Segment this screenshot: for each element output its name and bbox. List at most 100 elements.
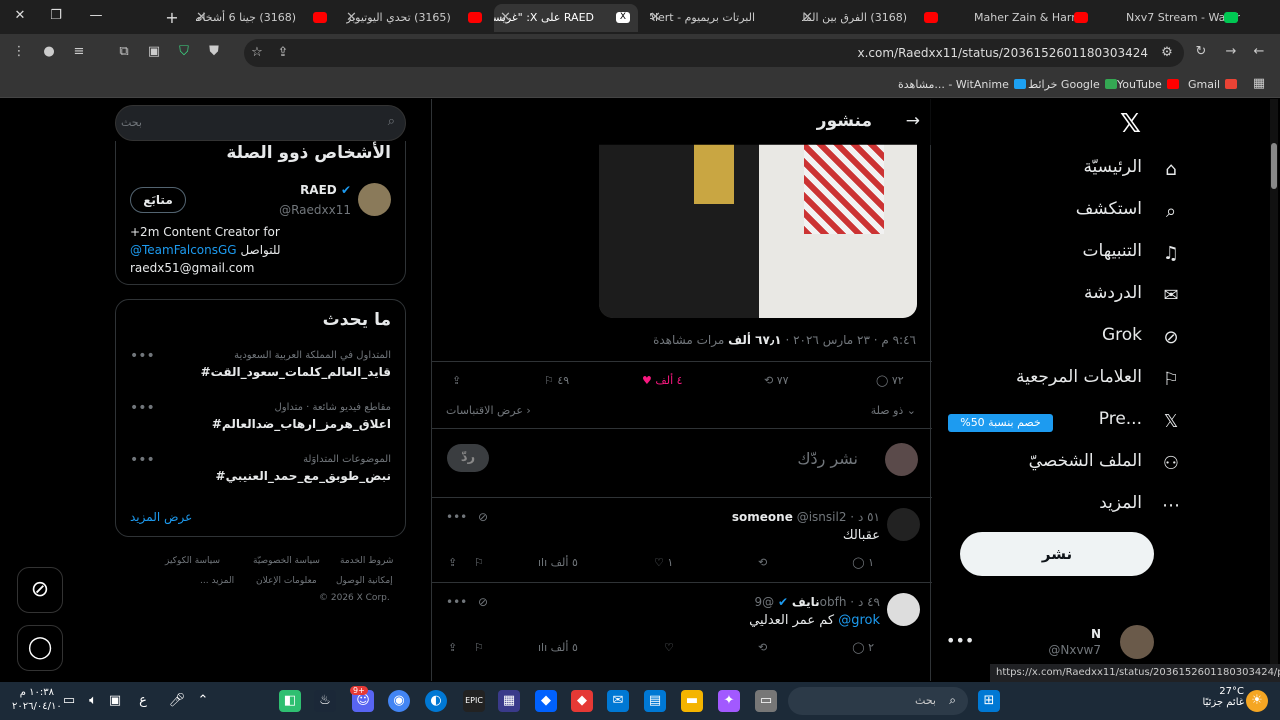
more-dots-icon[interactable]: ••• (446, 510, 467, 524)
forward-icon[interactable]: ← (1250, 43, 1268, 61)
grok-floating-button[interactable]: ⊘ (17, 567, 63, 613)
file-explorer-icon[interactable]: ▬ (681, 690, 703, 712)
microphone-icon[interactable]: 🎤︎ (166, 690, 188, 712)
bookmark-action[interactable]: ⚐ ٤٩ (544, 374, 569, 394)
footer-link[interactable]: سياسة الخصوصيّة (253, 556, 320, 566)
reply-reply-action[interactable]: ◯ ٢ (852, 641, 874, 654)
tray-expand-icon[interactable]: ⌃ (192, 690, 214, 712)
more-dots-icon[interactable]: ••• (946, 631, 974, 650)
chrome-icon[interactable]: ◉ (388, 690, 410, 712)
nav-grok[interactable]: ⊘ Grok (1102, 325, 1179, 357)
tab-7[interactable]: Nxv7 Stream - Watch (1104, 4, 1240, 32)
reload-icon[interactable]: ↻ (1192, 43, 1210, 61)
footer-link[interactable]: سياسة الكوكيز (165, 556, 220, 566)
repost-action[interactable]: ⟲ ٧٧ (764, 374, 789, 394)
nav-explore[interactable]: ⌕ استكشف (1076, 199, 1176, 231)
bookmark-witanime[interactable]: مشاهدة... - WitAnime (898, 78, 1026, 91)
app-icon[interactable]: ▭ (755, 690, 777, 712)
profile-avatar-icon[interactable]: ● (40, 43, 58, 61)
battery-icon[interactable]: ▭ (58, 690, 80, 712)
more-dots-icon[interactable]: ••• (130, 348, 155, 364)
footer-link[interactable]: إمكانية الوصول (336, 576, 393, 586)
new-tab-button[interactable]: + (162, 8, 182, 27)
chat-floating-button[interactable]: ◯ (17, 625, 63, 671)
address-bar[interactable]: ☆ ⇪ x.com/Raedxx11/status/20361526011803… (244, 39, 1184, 67)
language-indicator[interactable]: ع (132, 690, 154, 712)
more-dots-icon[interactable]: ••• (130, 452, 155, 468)
back-arrow-icon[interactable]: → (906, 111, 920, 131)
footer-link[interactable]: معلومات الإعلان (256, 576, 317, 586)
reply-like-action[interactable]: ♡ (664, 641, 674, 654)
person-name[interactable]: RAED ✔ (300, 183, 351, 197)
like-action[interactable]: ♥ ٤ ألف (642, 374, 683, 394)
scrollbar-thumb[interactable] (1271, 143, 1277, 189)
epic-games-icon[interactable]: EPIC (463, 690, 485, 712)
trend-item[interactable]: المتداول في المملكة العربية السعودية #قاي… (131, 350, 391, 379)
install-app-icon[interactable]: ⇪ (274, 44, 292, 62)
more-dots-icon[interactable]: ••• (130, 400, 155, 416)
reply-item[interactable]: نايف ✔ @9obfh · ٤٩ د كم عمر العدليي @gro… (432, 583, 932, 667)
app-icon[interactable]: ◧ (279, 690, 301, 712)
network-icon[interactable]: ▣ (104, 690, 126, 712)
more-dots-icon[interactable]: ••• (446, 595, 467, 609)
reply-mention[interactable]: @grok (838, 613, 880, 628)
app-icon[interactable]: ▦ (498, 690, 520, 712)
reply-views[interactable]: ılı ٥ ألف (538, 556, 578, 569)
all-bookmarks-icon[interactable]: ▦ (1250, 75, 1268, 93)
reply-input[interactable]: نشر ردّك (797, 449, 858, 468)
bookmark-youtube[interactable]: YouTube (1117, 78, 1179, 91)
share-icon[interactable]: ⇪ (448, 556, 457, 569)
nav-bookmarks[interactable]: ⚐ العلامات المرجعية (1016, 367, 1179, 399)
reply-item[interactable]: someone @isnsil2 · ٥١ د عقبالك ••• ⊘ ◯ ١… (432, 498, 932, 582)
post-button[interactable]: نشر (960, 532, 1154, 576)
search-box[interactable]: ⌕ بحث (115, 105, 406, 141)
reply-repost-action[interactable]: ⟲ (758, 556, 767, 569)
account-switcher[interactable]: N @Nxvw7 ••• (946, 623, 1154, 663)
tab-6[interactable]: Maher Zain & Harris (954, 4, 1094, 32)
nav-notifications[interactable]: ♫ التنبيهات (1083, 241, 1180, 273)
menu-icon[interactable]: ⋮ (10, 43, 28, 61)
nav-home[interactable]: ⌂ الرئيسيّة (1083, 157, 1176, 189)
grok-icon[interactable]: ⊘ (478, 510, 488, 524)
trend-item[interactable]: مقاطع فيديو شائعة · متداول #اعلاق_هرمز_ار… (131, 402, 391, 431)
edge-icon[interactable]: ◐ (425, 690, 447, 712)
share-action[interactable]: ⇪ (452, 374, 461, 394)
grok-icon[interactable]: ⊘ (478, 595, 488, 609)
footer-link[interactable]: ... المزيد (200, 576, 234, 586)
tab-3-active[interactable]: ✕ RAED على X: "غريسنا" X (494, 4, 638, 32)
tab-1[interactable]: ✕ (3168) جينا 6 أشخاص (196, 4, 331, 32)
person-avatar[interactable] (358, 183, 391, 216)
tab-5[interactable]: ✕ (3168) الفرق بين الملك (802, 4, 942, 32)
nav-premium[interactable]: 𝕏 Pre... (1099, 409, 1179, 441)
extension-icon[interactable]: ▣ (145, 43, 163, 61)
share-icon[interactable]: ⇪ (448, 641, 457, 654)
extensions-icon[interactable]: ⧉ (115, 43, 133, 61)
footer-link[interactable]: شروط الخدمة (340, 556, 393, 566)
close-window-icon[interactable]: ✕ (10, 8, 30, 26)
site-settings-icon[interactable]: ⚙ (1158, 44, 1176, 62)
minimize-window-icon[interactable]: — (86, 8, 106, 26)
app-icon[interactable]: ◆ (571, 690, 593, 712)
steam-icon[interactable]: ♨ (314, 690, 336, 712)
reply-like-action[interactable]: ♡ ١ (654, 556, 673, 569)
nav-more[interactable]: ⋯ المزيد (1099, 493, 1180, 525)
dropbox-icon[interactable]: ◆ (535, 690, 557, 712)
post-photo[interactable] (599, 144, 917, 318)
clock[interactable]: ١٠:٣٨ م ٢٠٢٦/٠٤/١٠ (12, 686, 62, 714)
reply-repost-action[interactable]: ⟲ (758, 641, 767, 654)
reply-reply-action[interactable]: ◯ ١ (852, 556, 874, 569)
reading-list-icon[interactable]: ≡ (70, 43, 88, 61)
related-toggle[interactable]: ذو صلة ⌄ (871, 404, 916, 417)
mail-icon[interactable]: ✉ (607, 690, 629, 712)
bookmark-icon[interactable]: ⚐ (474, 556, 484, 569)
reply-action[interactable]: ◯ ٧٢ (876, 374, 904, 394)
bookmark-maps[interactable]: خرائط Google (1028, 78, 1117, 91)
tab-2[interactable]: ✕ (3165) تحدي اليوتيوبر (346, 4, 486, 32)
taskbar-search[interactable]: ⌕ بحث (788, 687, 968, 715)
start-icon[interactable]: ⊞ (978, 690, 1000, 712)
restore-window-icon[interactable]: ❐ (46, 8, 66, 26)
star-icon[interactable]: ☆ (248, 44, 266, 62)
reply-views[interactable]: ılı ٥ ألف (538, 641, 578, 654)
nav-messages[interactable]: ✉ الدردشة (1084, 283, 1179, 315)
post-timestamp[interactable]: ٩:٤٦ م · ٢٣ مارس ٢٠٢٦ · (782, 333, 916, 347)
